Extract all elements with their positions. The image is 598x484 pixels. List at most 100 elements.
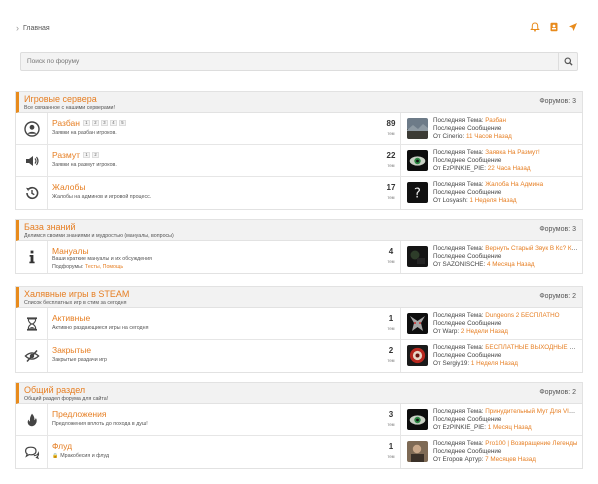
author-name[interactable]: Cinerio: bbox=[443, 133, 465, 140]
author-name[interactable]: Losyash: bbox=[443, 197, 468, 204]
last-topic-label: Последняя Тема: bbox=[433, 117, 484, 124]
divider bbox=[47, 241, 48, 273]
forum-description: Ваши краткие мануалы и их обсуждения bbox=[52, 256, 152, 262]
page-link[interactable]: 2 bbox=[91, 120, 99, 126]
last-topic-label: Последняя Тема: bbox=[433, 440, 484, 447]
post-time[interactable]: 1 Неделя Назад bbox=[470, 197, 517, 204]
divider bbox=[47, 113, 48, 144]
last-topic-link[interactable]: Жалоба На Админа bbox=[485, 181, 543, 188]
last-message-label: Последнее Сообщение bbox=[433, 448, 502, 455]
last-topic: Последняя Тема: БЕСПЛАТНЫЕ ВЫХОДНЫЕ С ГР… bbox=[433, 344, 579, 352]
breadcrumb[interactable]: › Главная bbox=[16, 24, 50, 33]
thread-count-value: 22 bbox=[386, 151, 396, 160]
section-title[interactable]: База знаний bbox=[24, 222, 76, 232]
forum-title: Активные bbox=[52, 313, 90, 323]
divider bbox=[400, 113, 401, 144]
forum-title-link[interactable]: Предложения bbox=[52, 409, 106, 419]
page-link[interactable]: 2 bbox=[92, 152, 99, 158]
avatar[interactable] bbox=[407, 118, 428, 139]
forum-title: Закрытые bbox=[52, 345, 91, 355]
forum-description: Заявки на размут игроков. bbox=[52, 162, 117, 168]
avatar[interactable] bbox=[407, 441, 428, 462]
profile-icon[interactable] bbox=[548, 21, 559, 32]
forum-title-link[interactable]: Размут bbox=[52, 150, 80, 160]
section-title[interactable]: Халявные игры в STEAM bbox=[24, 289, 129, 299]
author-name[interactable]: EzPINKIE_PIE: bbox=[443, 165, 486, 172]
forum-title-link[interactable]: Жалобы bbox=[52, 182, 85, 192]
from-label: От bbox=[433, 133, 441, 140]
thread-count-value: 17 bbox=[386, 183, 396, 192]
flame-icon bbox=[23, 411, 41, 429]
section-title[interactable]: Игровые сервера bbox=[24, 94, 97, 104]
volume-icon bbox=[23, 152, 41, 170]
last-topic-link[interactable]: Разбан bbox=[485, 117, 506, 124]
author-name[interactable]: SAZONISCHE: bbox=[443, 261, 486, 268]
send-icon[interactable] bbox=[567, 21, 578, 32]
post-time[interactable]: 7 Месяцев Назад bbox=[485, 456, 536, 463]
forum-description: Активно раздающиеся игры на сегодня bbox=[52, 325, 148, 331]
avatar[interactable] bbox=[407, 313, 428, 334]
section-description: Список бесплатных игр в стим за сегодня bbox=[24, 300, 127, 306]
forum-title-link[interactable]: Закрытые bbox=[52, 345, 91, 355]
bell-icon[interactable] bbox=[529, 21, 540, 32]
forum-description-text: Мракобесия и флуд bbox=[60, 453, 110, 459]
last-topic-link[interactable]: Принудительный Мут Для VIP И Обычных Игр… bbox=[485, 408, 579, 415]
last-topic-link[interactable]: Pro100 | Возвращение Легенды bbox=[485, 440, 577, 447]
author-name[interactable]: Егоров Артур: bbox=[443, 456, 484, 463]
section-header: Халявные игры в STEAM Список бесплатных и… bbox=[16, 287, 582, 308]
last-message-label: Последнее Сообщение bbox=[433, 320, 502, 327]
page-link[interactable]: 5 bbox=[118, 120, 126, 126]
page-link[interactable]: 4 bbox=[109, 120, 117, 126]
page-link[interactable]: 1 bbox=[83, 152, 90, 158]
avatar[interactable]: ? bbox=[407, 182, 428, 203]
forum-title-link[interactable]: Флуд bbox=[52, 441, 72, 451]
last-topic-link[interactable]: БЕСПЛАТНЫЕ ВЫХОДНЫЕ С ГРУППОЙ... bbox=[485, 344, 579, 351]
post-time[interactable]: 22 Часа Назад bbox=[488, 165, 531, 172]
subforums: Подфорумы: Тесты, Помощь bbox=[52, 264, 123, 270]
post-time[interactable]: 1 Месяц Назад bbox=[488, 424, 532, 431]
section-header: База знаний Делимся своими знаниями и муд… bbox=[16, 220, 582, 241]
breadcrumb-home[interactable]: Главная bbox=[23, 25, 50, 32]
forum-title-link[interactable]: Активные bbox=[52, 313, 90, 323]
avatar[interactable] bbox=[407, 246, 428, 267]
search-button[interactable] bbox=[558, 53, 577, 70]
thread-count: 89 тем bbox=[383, 119, 399, 136]
info-icon bbox=[23, 248, 41, 266]
forum-title-link[interactable]: Мануалы bbox=[52, 246, 89, 256]
section-title[interactable]: Общий раздел bbox=[24, 385, 85, 395]
forum-description-text: Предложения вплоть до похода в душ! bbox=[52, 421, 148, 427]
avatar[interactable] bbox=[407, 150, 428, 171]
subforum-links[interactable]: Тесты, Помощь bbox=[85, 264, 123, 270]
divider bbox=[47, 145, 48, 176]
last-topic-link[interactable]: Заявка На Размут! bbox=[485, 149, 540, 156]
thread-count-label: тем bbox=[387, 326, 395, 331]
last-topic: Последняя Тема: Разбан bbox=[433, 117, 579, 125]
last-topic-link[interactable]: Dungeons 2 БЕСПЛАТНО bbox=[485, 312, 559, 319]
post-time[interactable]: 4 Месяца Назад bbox=[487, 261, 535, 268]
post-time[interactable]: 1 Неделя Назад bbox=[471, 360, 518, 367]
avatar[interactable] bbox=[407, 345, 428, 366]
page-link[interactable]: 1 bbox=[82, 120, 90, 126]
search-input[interactable] bbox=[21, 53, 559, 70]
thread-count-label: тем bbox=[387, 259, 395, 264]
author-name[interactable]: EzPINKIE_PIE: bbox=[443, 424, 486, 431]
author-name[interactable]: Sergiy19: bbox=[443, 360, 470, 367]
last-topic-label: Последняя Тема: bbox=[433, 181, 484, 188]
last-topic-link[interactable]: Вернуть Старый Звук В Кс? Как Отключить … bbox=[485, 245, 579, 252]
page-link[interactable]: 3 bbox=[100, 120, 108, 126]
thread-count: 1 тем bbox=[383, 314, 399, 331]
divider bbox=[47, 340, 48, 372]
forum-section: Игровые сервера Все связанное с нашими се… bbox=[15, 91, 583, 210]
forum-section: Халявные игры в STEAM Список бесплатных и… bbox=[15, 286, 583, 373]
chevron-right-icon: › bbox=[16, 23, 19, 33]
forum-title: Мануалы bbox=[52, 246, 89, 256]
last-post: Последняя Тема: Жалоба На Админа Последне… bbox=[433, 181, 579, 205]
post-time[interactable]: 2 Недели Назад bbox=[461, 328, 508, 335]
author-name[interactable]: Warp: bbox=[443, 328, 460, 335]
forum-title-link[interactable]: Разбан bbox=[52, 118, 80, 128]
last-topic: Последняя Тема: Dungeons 2 БЕСПЛАТНО bbox=[433, 312, 579, 320]
post-time[interactable]: 11 Часов Назад bbox=[466, 133, 512, 140]
avatar[interactable] bbox=[407, 409, 428, 430]
divider bbox=[400, 340, 401, 372]
section-header: Общий раздел Общий раздел форума для сайт… bbox=[16, 383, 582, 404]
